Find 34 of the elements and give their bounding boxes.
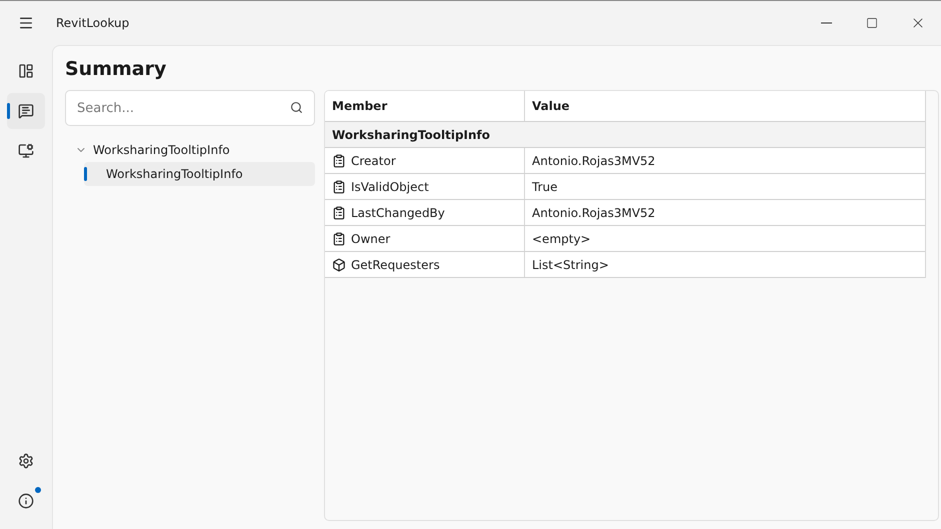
clipboard-icon	[332, 206, 346, 220]
window-title: RevitLookup	[56, 16, 130, 30]
menu-icon	[18, 15, 34, 31]
table-cell: IsValidObject	[325, 174, 525, 199]
info-icon	[18, 493, 34, 509]
table-cell: Owner	[325, 226, 525, 251]
tree-item[interactable]: WorksharingTooltipInfo	[65, 138, 315, 162]
monitor-icon	[18, 143, 34, 159]
menu-button[interactable]	[18, 15, 34, 31]
search-field[interactable]: Search...	[65, 90, 315, 126]
column-header[interactable]: Value	[525, 91, 925, 121]
clipboard-icon	[332, 154, 346, 168]
tree-item[interactable]: WorksharingTooltipInfo	[84, 162, 315, 186]
table-cell-text: Antonio.Rojas3MV52	[531, 152, 656, 170]
search-icon	[290, 101, 303, 114]
settings-icon	[18, 453, 34, 469]
column-header[interactable]: Member	[325, 91, 525, 121]
table-cell-text: List<String>	[531, 256, 610, 274]
nav-button[interactable]	[7, 93, 45, 129]
table-cell: LastChangedBy	[325, 200, 525, 225]
table-cell-text: <empty>	[531, 230, 592, 248]
clipboard-icon	[332, 232, 346, 246]
message-icon	[18, 103, 34, 119]
page-title: Summary	[65, 58, 168, 80]
maximize-icon	[866, 17, 878, 29]
table-cell-text: True	[531, 178, 558, 196]
dashboard-icon	[18, 63, 34, 79]
minimize-icon	[820, 22, 832, 24]
table-cell-text: Antonio.Rojas3MV52	[531, 204, 656, 222]
cube-icon	[332, 258, 346, 272]
table-cell: Creator	[325, 148, 525, 173]
group-header: WorksharingTooltipInfo	[331, 126, 492, 144]
clipboard-icon	[332, 180, 346, 194]
table-cell: GetRequesters	[325, 252, 525, 277]
